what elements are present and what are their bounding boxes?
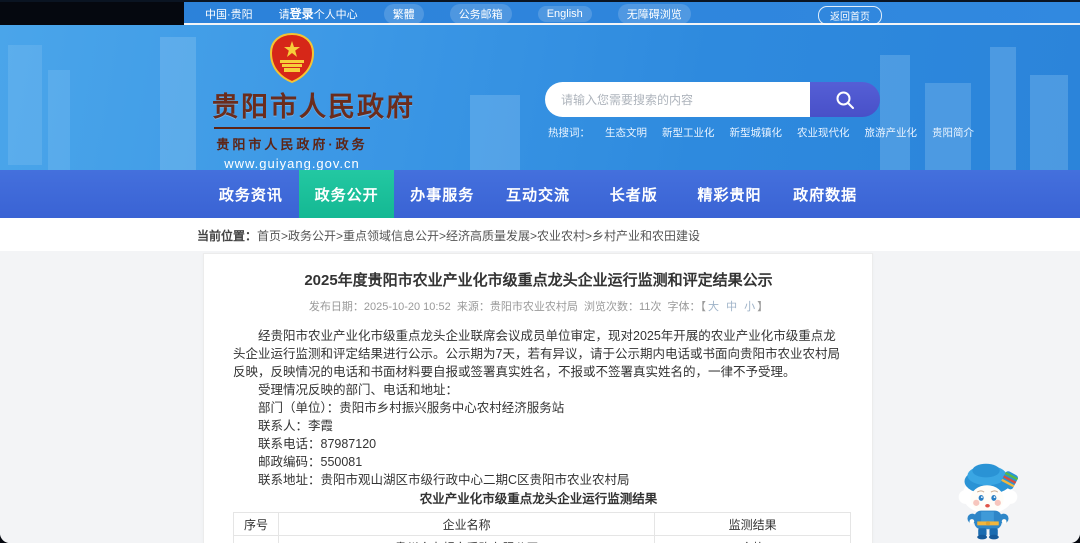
- search-input[interactable]: [545, 82, 810, 117]
- column-header-result: 监测结果: [654, 512, 851, 536]
- column-header-company: 企业名称: [277, 512, 656, 536]
- topbar-region-link[interactable]: 中国·贵阳: [205, 6, 253, 22]
- back-home-button[interactable]: 返回首页: [818, 6, 882, 25]
- announcement-paragraph: 经贵阳市农业产业化市级重点龙头企业联席会议成员单位审定，现对2025年开展的农业…: [233, 329, 840, 379]
- topbar-mail-link[interactable]: 公务邮箱: [449, 3, 512, 24]
- article-source: 来源：贵阳市农业农村局: [456, 301, 578, 313]
- table-caption: 农业产业化市级重点龙头企业运行监测结果: [419, 492, 658, 506]
- table-header-row: 序号 企业名称 监测结果: [233, 512, 851, 536]
- topbar-accessibility-link[interactable]: 无障碍浏览: [617, 3, 691, 24]
- nav-item-zhengwugongkai[interactable]: 政务公开: [298, 170, 395, 218]
- monitoring-result-table: 序号 企业名称 监测结果 1 贵州合力超市采购有限公司 合格 2 贵州友禾种业有…: [233, 512, 851, 543]
- skyline-decoration: [470, 95, 520, 170]
- national-emblem-icon: [270, 33, 314, 83]
- search-bar: [545, 82, 880, 117]
- breadcrumb-path[interactable]: 首页>政务公开>重点领域信息公开>经济高质量发展>农业农村>乡村产业和农田建设: [257, 229, 700, 243]
- font-size-label: 字体：【: [667, 301, 707, 313]
- hot-word-link[interactable]: 生态文明: [605, 125, 647, 140]
- monitor-result: 合格: [654, 535, 851, 543]
- font-size-small-button[interactable]: 小: [744, 301, 755, 313]
- hot-word-link[interactable]: 新型城镇化: [730, 125, 783, 140]
- font-size-large-button[interactable]: 大: [708, 301, 719, 313]
- font-size-label-end: 】: [757, 301, 769, 313]
- hot-word-link[interactable]: 贵阳简介: [932, 125, 974, 140]
- skyline-decoration: [990, 47, 1016, 170]
- nav-item-banshifuwu[interactable]: 办事服务: [394, 170, 490, 218]
- top-utility-bar: 中国·贵阳 请登录个人中心 繁體 公务邮箱 English 无障碍浏览 返回首页: [0, 0, 1080, 25]
- nav-item-zhangzheban[interactable]: 长者版: [586, 170, 682, 218]
- row-index: 1: [233, 535, 279, 543]
- nav-item-hudongjiaoliu[interactable]: 互动交流: [490, 170, 586, 218]
- article-meta: 发布日期：2025-10-20 10:52 来源：贵阳市农业农村局 浏览次数：1…: [233, 298, 844, 314]
- contact-intro-line: 受理情况反映的部门、电话和地址：: [258, 383, 459, 397]
- mascot-assistant-icon[interactable]: [948, 452, 1028, 540]
- article-body: 经贵阳市农业产业化市级重点龙头企业联席会议成员单位审定，现对2025年开展的农业…: [233, 327, 844, 489]
- breadcrumb[interactable]: 当前位置：首页>政务公开>重点领域信息公开>经济高质量发展>农业农村>乡村产业和…: [197, 227, 700, 244]
- search-button[interactable]: [810, 82, 880, 117]
- department-line: 部门（单位）：贵阳市乡村振兴服务中心农村经济服务站: [258, 401, 565, 415]
- main-content-area: 2025年度贵阳市农业产业化市级重点龙头企业运行监测和评定结果公示 发布日期：2…: [0, 251, 1080, 543]
- topbar-english-link[interactable]: English: [537, 5, 592, 22]
- government-portal-page: 中国·贵阳 请登录个人中心 繁體 公务邮箱 English 无障碍浏览 返回首页: [0, 0, 1080, 543]
- article-card: 2025年度贵阳市农业产业化市级重点龙头企业运行监测和评定结果公示 发布日期：2…: [203, 253, 873, 543]
- skyline-decoration: [160, 37, 196, 170]
- nav-item-zhengwuzixun[interactable]: 政务资讯: [203, 170, 299, 218]
- view-count: 浏览次数：11次: [583, 301, 662, 313]
- article-title: 2025年度贵阳市农业产业化市级重点龙头企业运行监测和评定结果公示: [304, 272, 773, 289]
- hot-search-label: 热搜词：: [548, 127, 590, 139]
- postal-code-line: 邮政编码：550081: [258, 455, 363, 469]
- hot-word-link[interactable]: 农业现代化: [797, 125, 850, 140]
- nav-item-zhengfushuju[interactable]: 政府数据: [777, 170, 873, 218]
- window-corner-dark-area: [0, 2, 184, 25]
- contact-phone-line: 联系电话：87987120: [258, 437, 377, 451]
- search-icon: [836, 91, 854, 109]
- breadcrumb-label: 当前位置：: [197, 229, 258, 243]
- hot-word-link[interactable]: 新型工业化: [662, 125, 715, 140]
- hot-word-link[interactable]: 旅游产业化: [865, 125, 918, 140]
- hot-search-row: 热搜词： 生态文明 新型工业化 新型城镇化 农业现代化 旅游产业化 贵阳简介: [548, 125, 974, 140]
- column-header-index: 序号: [233, 512, 279, 536]
- title-underline: [214, 127, 370, 129]
- main-navigation: 政务资讯 政务公开 办事服务 互动交流 长者版 精彩贵阳 政府数据: [0, 170, 1080, 218]
- topbar-traditional-link[interactable]: 繁體: [383, 3, 424, 24]
- skyline-decoration: [1030, 75, 1068, 170]
- site-subtitle: 贵阳市人民政府·政务: [216, 137, 368, 152]
- site-title: 贵阳市人民政府: [212, 92, 415, 122]
- company-name: 贵州合力超市采购有限公司: [277, 535, 656, 543]
- font-size-medium-button[interactable]: 中: [726, 301, 737, 313]
- login-bold-text: 登录: [289, 7, 314, 21]
- skyline-decoration: [880, 55, 910, 170]
- nav-item-jingcaiguiyang[interactable]: 精彩贵阳: [682, 170, 778, 218]
- contact-person-line: 联系人：李霞: [258, 419, 334, 433]
- skyline-decoration: [48, 70, 70, 170]
- contact-address-line: 联系地址：贵阳市观山湖区市级行政中心二期C区贵阳市农业农村局: [258, 473, 630, 487]
- table-row: 1 贵州合力超市采购有限公司 合格: [233, 535, 851, 543]
- site-url: www.guiyang.gov.cn: [224, 156, 360, 170]
- site-logo[interactable]: 贵阳市人民政府 贵阳市人民政府·政务 www.guiyang.gov.cn: [212, 33, 415, 170]
- breadcrumb-bar: 当前位置：首页>政务公开>重点领域信息公开>经济高质量发展>农业农村>乡村产业和…: [0, 218, 1080, 251]
- publish-date: 发布日期：2025-10-20 10:52: [308, 301, 451, 313]
- skyline-decoration: [8, 45, 42, 165]
- site-header: 贵阳市人民政府 贵阳市人民政府·政务 www.guiyang.gov.cn 热搜…: [0, 25, 1080, 170]
- topbar-login-link[interactable]: 请登录个人中心: [279, 5, 358, 22]
